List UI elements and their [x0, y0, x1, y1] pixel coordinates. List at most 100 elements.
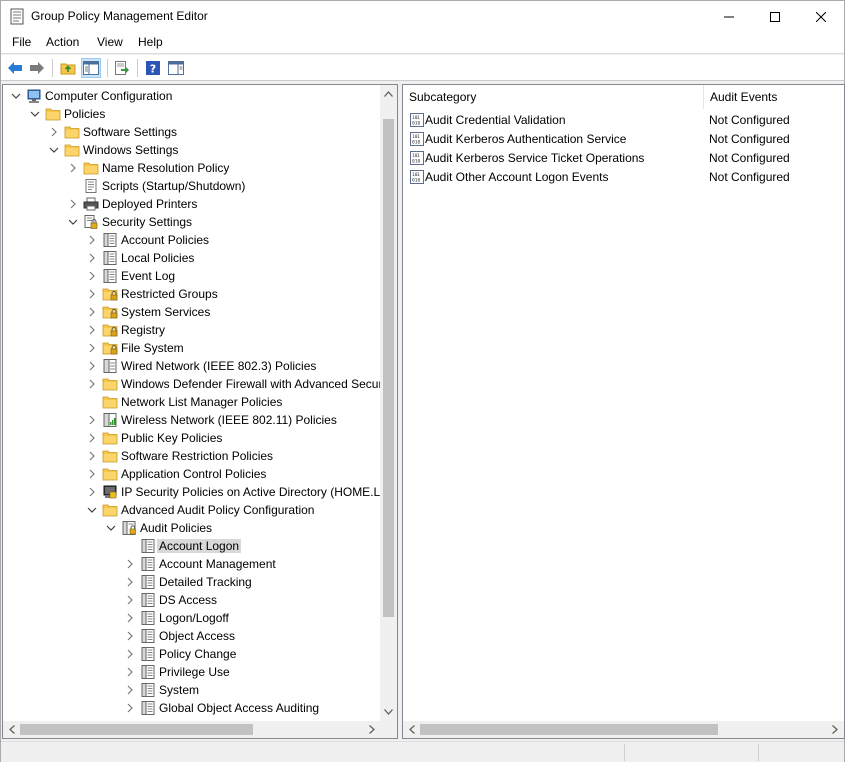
chevron-down-icon[interactable]	[49, 145, 59, 155]
menu-help[interactable]: Help	[138, 35, 163, 49]
tree-vertical-scroll-thumb[interactable]	[383, 119, 394, 617]
chevron-right-icon[interactable]	[125, 703, 135, 713]
menu-action[interactable]: Action	[46, 35, 79, 49]
chevron-right-icon[interactable]	[125, 649, 135, 659]
scroll-down-arrow-icon[interactable]	[384, 709, 393, 715]
chevron-right-icon[interactable]	[87, 469, 97, 479]
list-item[interactable]: 10 1 010 Audit Other Account Logon Events No…	[403, 168, 844, 187]
tree-node-label[interactable]: Software Restriction Policies	[119, 449, 275, 463]
tree-node-label[interactable]: Name Resolution Policy	[100, 161, 231, 175]
tree-node[interactable]: Restricted Groups	[3, 285, 381, 303]
tree-node[interactable]: Detailed Tracking	[3, 573, 381, 591]
tree-node-label[interactable]: Event Log	[119, 269, 177, 283]
tree-node[interactable]: File System	[3, 339, 381, 357]
tree-node-label[interactable]: Account Policies	[119, 233, 211, 247]
tree-node-label[interactable]: Scripts (Startup/Shutdown)	[100, 179, 247, 193]
chevron-right-icon[interactable]	[87, 379, 97, 389]
menu-file[interactable]: File	[12, 35, 31, 49]
minimize-button[interactable]	[706, 1, 752, 32]
list-item[interactable]: 10 1 010 Audit Kerberos Authentication Serv…	[403, 130, 844, 149]
tree-node-label[interactable]: System	[157, 683, 201, 697]
tree-node-label[interactable]: Detailed Tracking	[157, 575, 254, 589]
tree-node[interactable]: Windows Defender Firewall with Advanced …	[3, 375, 381, 393]
tree-node-label[interactable]: Wired Network (IEEE 802.3) Policies	[119, 359, 318, 373]
list-item[interactable]: 10 1 010 Audit Kerberos Service Ticket Oper…	[403, 149, 844, 168]
tree-node-label[interactable]: Account Management	[157, 557, 278, 571]
tree-node[interactable]: DS Access	[3, 591, 381, 609]
chevron-right-icon[interactable]	[87, 307, 97, 317]
tree-node[interactable]: System Services	[3, 303, 381, 321]
chevron-right-icon[interactable]	[87, 235, 97, 245]
chevron-right-icon[interactable]	[87, 451, 97, 461]
chevron-right-icon[interactable]	[87, 415, 97, 425]
chevron-right-icon[interactable]	[87, 343, 97, 353]
tree-node-label[interactable]: Windows Settings	[81, 143, 180, 157]
chevron-right-icon[interactable]	[68, 163, 78, 173]
tree-node-label[interactable]: File System	[119, 341, 186, 355]
back-button[interactable]	[5, 58, 25, 78]
menu-view[interactable]: View	[97, 35, 123, 49]
tree-node[interactable]: Logon/Logoff	[3, 609, 381, 627]
chevron-right-icon[interactable]	[87, 433, 97, 443]
tree-node-label[interactable]: Audit Policies	[138, 521, 214, 535]
chevron-right-icon[interactable]	[125, 613, 135, 623]
chevron-right-icon[interactable]	[125, 595, 135, 605]
tree-node[interactable]: Policy Change	[3, 645, 381, 663]
tree-node[interactable]: Windows Settings	[3, 141, 381, 159]
tree-node[interactable]: Wired Network (IEEE 802.3) Policies	[3, 357, 381, 375]
chevron-right-icon[interactable]	[125, 667, 135, 677]
chevron-right-icon[interactable]	[87, 289, 97, 299]
chevron-down-icon[interactable]	[11, 91, 21, 101]
column-header-subcategory[interactable]: Subcategory	[403, 85, 704, 109]
tree-node[interactable]: Software Settings	[3, 123, 381, 141]
details-horizontal-scrollbar[interactable]	[403, 721, 844, 738]
tree-vertical-scrollbar[interactable]	[380, 85, 397, 721]
chevron-down-icon[interactable]	[87, 505, 97, 515]
scroll-left-arrow-icon[interactable]	[9, 725, 15, 734]
chevron-right-icon[interactable]	[87, 253, 97, 263]
tree-node[interactable]: Privilege Use	[3, 663, 381, 681]
details-horizontal-scroll-thumb[interactable]	[420, 724, 718, 735]
scroll-up-arrow-icon[interactable]	[384, 91, 393, 97]
tree-node[interactable]: Scripts (Startup/Shutdown)	[3, 177, 381, 195]
chevron-right-icon[interactable]	[68, 199, 78, 209]
tree-node[interactable]: IP Security Policies on Active Directory…	[3, 483, 381, 501]
tree-node[interactable]: Local Policies	[3, 249, 381, 267]
tree-node-label[interactable]: Network List Manager Policies	[119, 395, 284, 409]
tree-node-label[interactable]: Policy Change	[157, 647, 238, 661]
up-one-level-button[interactable]	[58, 58, 78, 78]
tree-node[interactable]: Name Resolution Policy	[3, 159, 381, 177]
tree-horizontal-scroll-thumb[interactable]	[20, 724, 253, 735]
tree-node-label[interactable]: Advanced Audit Policy Configuration	[119, 503, 316, 517]
tree-node-label[interactable]: Account Logon	[157, 539, 242, 553]
tree-node[interactable]: Registry	[3, 321, 381, 339]
chevron-right-icon[interactable]	[87, 361, 97, 371]
tree-node[interactable]: Computer Configuration	[3, 87, 381, 105]
tree-node-label[interactable]: Public Key Policies	[119, 431, 224, 445]
close-button[interactable]	[798, 1, 844, 32]
console-tree[interactable]: Computer Configuration Policies Software S…	[3, 85, 381, 721]
tree-node[interactable]: Application Control Policies	[3, 465, 381, 483]
tree-node[interactable]: Account Management	[3, 555, 381, 573]
scroll-left-arrow-icon[interactable]	[409, 725, 415, 734]
tree-node-label[interactable]: Local Policies	[119, 251, 196, 265]
show-hide-tree-button[interactable]	[81, 58, 101, 78]
tree-node-label[interactable]: Global Object Access Auditing	[157, 701, 321, 715]
tree-node-label[interactable]: Computer Configuration	[43, 89, 174, 103]
tree-node-label[interactable]: Software Settings	[81, 125, 179, 139]
column-header-audit-events[interactable]: Audit Events	[704, 85, 844, 109]
tree-node[interactable]: Global Object Access Auditing	[3, 699, 381, 717]
tree-node-label[interactable]: Privilege Use	[157, 665, 232, 679]
chevron-right-icon[interactable]	[49, 127, 59, 137]
details-pane[interactable]: Subcategory Audit Events 10 1 010 Audit Cre…	[402, 84, 845, 739]
tree-node[interactable]: Account Policies	[3, 231, 381, 249]
tree-node[interactable]: Deployed Printers	[3, 195, 381, 213]
tree-node[interactable]: Advanced Audit Policy Configuration	[3, 501, 381, 519]
tree-horizontal-scrollbar[interactable]	[3, 721, 397, 738]
scroll-right-arrow-icon[interactable]	[832, 725, 838, 734]
console-tree-pane[interactable]: Computer Configuration Policies Software S…	[2, 84, 398, 739]
tree-node[interactable]: Audit Policies	[3, 519, 381, 537]
tree-node-label[interactable]: Restricted Groups	[119, 287, 220, 301]
chevron-right-icon[interactable]	[125, 685, 135, 695]
chevron-right-icon[interactable]	[87, 271, 97, 281]
